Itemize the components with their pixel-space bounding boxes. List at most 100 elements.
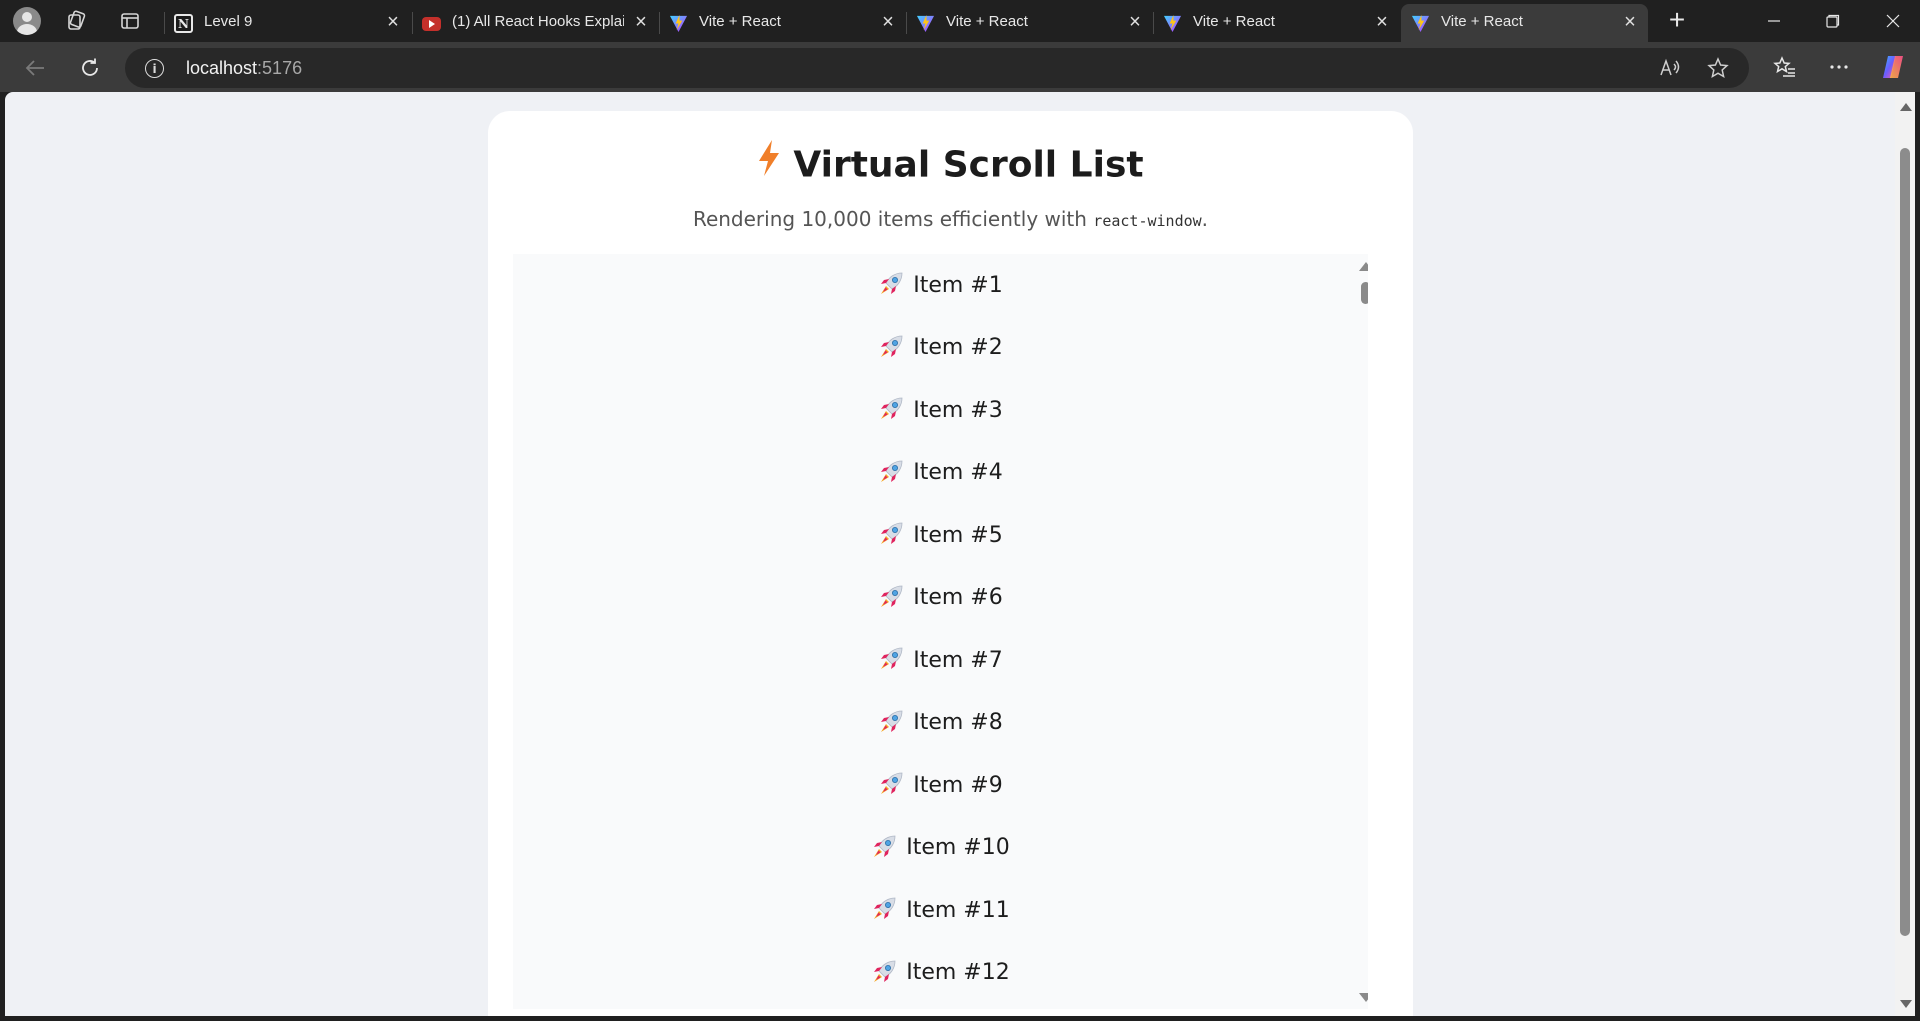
virtual-scroll-list[interactable]: Item #1 Item #2 Item #3 Item #4 Item #5 Item … [513, 254, 1368, 1009]
close-icon[interactable]: × [632, 12, 650, 32]
close-icon[interactable]: × [1373, 12, 1391, 32]
list-item: Item #9 [513, 754, 1368, 816]
close-icon[interactable]: × [879, 12, 897, 32]
page-scroll-up-icon[interactable] [1900, 103, 1912, 111]
avatar-icon [13, 7, 41, 35]
rocket-icon [871, 834, 897, 860]
list-item-label: Item #8 [913, 710, 1003, 735]
youtube-icon [422, 14, 441, 33]
list-scroll-thumb[interactable] [1361, 282, 1368, 304]
rocket-icon [871, 896, 897, 922]
close-icon[interactable]: × [1126, 12, 1144, 32]
site-info-icon[interactable]: i [145, 59, 164, 78]
list-item: Item #6 [513, 567, 1368, 629]
back-button[interactable] [19, 52, 51, 84]
list-item-label: Item #1 [913, 272, 1003, 298]
tab-react-hooks[interactable]: (1) All React Hooks Explain × [412, 4, 659, 42]
subtitle-suffix: . [1201, 207, 1209, 231]
rocket-icon [878, 584, 904, 610]
profile-avatar[interactable] [13, 7, 41, 35]
rocket-icon [878, 521, 904, 547]
url-host: localhost [186, 58, 258, 78]
copilot-icon[interactable] [1878, 52, 1908, 82]
tab-separator [412, 12, 413, 34]
scroll-up-arrow-icon[interactable] [1359, 262, 1368, 271]
page-viewport: Virtual Scroll List Rendering 10,000 ite… [5, 92, 1899, 1016]
list-item-label: Item #6 [913, 585, 1003, 610]
page-scrollbar[interactable] [1895, 92, 1915, 1016]
favorite-star-icon[interactable] [1707, 57, 1729, 79]
list-item-label: Item #11 [906, 897, 1010, 923]
list-item: Item #8 [513, 692, 1368, 754]
rocket-icon [878, 709, 904, 735]
refresh-icon [82, 58, 98, 76]
list-item: Item #4 [513, 442, 1368, 504]
subtitle-text: Rendering 10,000 items efficiently with [692, 207, 1094, 231]
browser-toolbar: i localhost:5176 [0, 42, 1920, 92]
favorites-icon[interactable] [1770, 52, 1800, 82]
list-item: Item #12 [513, 942, 1368, 1004]
read-aloud-icon[interactable] [1659, 57, 1681, 79]
tab-title: Vite + React [699, 13, 781, 30]
list-item-label: Item #9 [913, 772, 1003, 798]
back-arrow-icon [25, 60, 44, 76]
list-scrollbar[interactable] [1358, 262, 1368, 1002]
url-port: :5176 [257, 58, 303, 78]
tab-level-9[interactable]: N Level 9 × [164, 4, 411, 42]
lightning-bolt-icon [757, 140, 781, 185]
rocket-icon [878, 271, 904, 297]
rocket-icon [878, 646, 904, 672]
tab-separator [659, 12, 660, 34]
list-item-label: Item #5 [913, 522, 1003, 548]
tab-title: (1) All React Hooks Explain [452, 13, 624, 30]
rocket-icon [871, 959, 897, 985]
workspaces-icon[interactable] [63, 7, 91, 35]
new-tab-button[interactable]: + [1662, 6, 1692, 34]
close-window-button[interactable] [1878, 8, 1908, 34]
refresh-button[interactable] [74, 52, 106, 84]
list-item-label: Item #4 [913, 460, 1003, 485]
close-window-icon [1886, 14, 1900, 28]
tab-vite-react-active[interactable]: Vite + React × [1401, 4, 1648, 42]
vite-icon [1411, 14, 1430, 33]
tab-separator [906, 12, 907, 34]
minimize-button[interactable] [1759, 8, 1789, 34]
rocket-icon [878, 771, 904, 797]
tab-actions-icon[interactable] [116, 7, 144, 35]
list-item: Item #5 [513, 504, 1368, 566]
tab-vite-react-2[interactable]: Vite + React × [906, 4, 1153, 42]
scroll-down-arrow-icon[interactable] [1359, 993, 1368, 1002]
minimize-icon [1768, 20, 1780, 22]
page-scroll-thumb[interactable] [1900, 148, 1910, 936]
restore-button[interactable] [1818, 8, 1848, 34]
vite-icon [1163, 14, 1182, 33]
list-item-label: Item #7 [913, 647, 1003, 673]
list-item-label: Item #2 [913, 335, 1003, 360]
close-icon[interactable]: × [384, 12, 402, 32]
content-card: Virtual Scroll List Rendering 10,000 ite… [488, 111, 1413, 1016]
page-scroll-down-icon[interactable] [1900, 1000, 1912, 1008]
tab-title: Vite + React [1441, 13, 1523, 30]
list-item: Item #7 [513, 629, 1368, 691]
tab-title: Vite + React [1193, 13, 1275, 30]
rocket-icon [878, 459, 904, 485]
vite-icon [669, 14, 688, 33]
page-title: Virtual Scroll List [488, 140, 1413, 189]
address-url[interactable]: localhost:5176 [186, 58, 302, 79]
tab-vite-react-1[interactable]: Vite + React × [659, 4, 906, 42]
tab-strip: N Level 9 × (1) All React Hooks Explain … [0, 0, 1920, 42]
tab-title: Vite + React [946, 13, 1028, 30]
subtitle-code: react-window [1093, 212, 1202, 230]
list-item: Item #1 [513, 254, 1368, 316]
more-menu-icon[interactable] [1824, 52, 1854, 82]
tab-separator [1153, 12, 1154, 34]
list-item: Item #2 [513, 317, 1368, 379]
list-item: Item #11 [513, 879, 1368, 941]
close-icon[interactable]: × [1621, 12, 1639, 32]
list-item-label: Item #10 [906, 835, 1010, 860]
notion-icon: N [174, 14, 193, 33]
list-item-label: Item #3 [913, 397, 1003, 423]
tab-vite-react-3[interactable]: Vite + React × [1153, 4, 1400, 42]
address-bar[interactable]: i localhost:5176 [125, 48, 1749, 88]
page-title-text: Virtual Scroll List [793, 144, 1144, 186]
